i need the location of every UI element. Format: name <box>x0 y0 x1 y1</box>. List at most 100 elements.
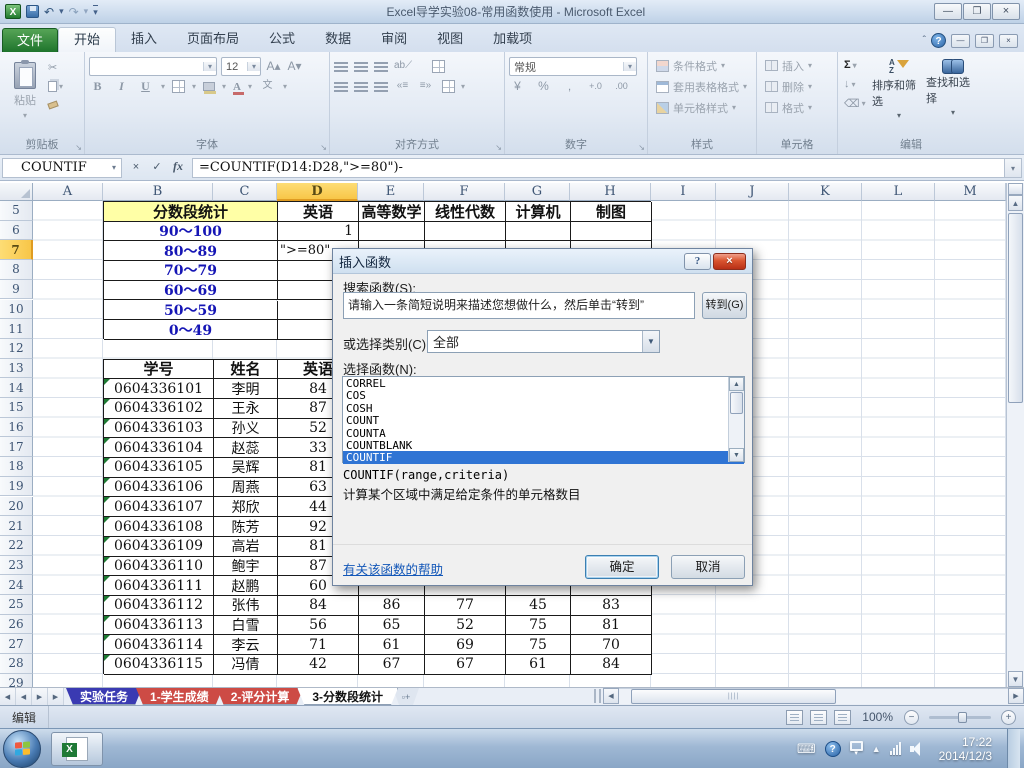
row-header-15[interactable]: 15 <box>0 398 33 418</box>
clipboard-dialog-launcher[interactable]: ↘ <box>75 143 82 152</box>
insert-function-button[interactable]: fx <box>168 159 188 177</box>
collapse-ribbon-icon[interactable]: ˆ <box>923 35 926 46</box>
orientation-icon[interactable]: ab⟋ <box>394 58 412 75</box>
excel-app-icon[interactable]: X <box>5 4 21 19</box>
sort-filter-button[interactable]: AZ 排序和筛选 ▾ <box>872 55 926 121</box>
cell-D26[interactable]: 56 <box>278 615 359 636</box>
list-scroll-thumb[interactable] <box>730 392 743 414</box>
normal-view-icon[interactable] <box>786 709 804 725</box>
cell-range-90～100[interactable]: 90～100 <box>104 221 278 242</box>
cell-F25[interactable]: 77 <box>425 595 506 616</box>
comma-format-icon[interactable]: , <box>561 78 578 95</box>
function-item-COUNTIF[interactable]: COUNTIF <box>343 451 744 464</box>
merge-center-icon[interactable] <box>442 80 455 93</box>
show-desktop-button[interactable] <box>1007 728 1020 768</box>
row-header-27[interactable]: 27 <box>0 634 33 655</box>
increase-decimal-icon[interactable]: +.0 <box>587 78 604 95</box>
column-header-B[interactable]: B <box>103 183 213 201</box>
dialog-help-button[interactable]: ? <box>684 252 711 270</box>
input-method-icon[interactable]: ⌨ <box>797 741 816 757</box>
font-color-dropdown-icon[interactable]: ▾ <box>248 82 252 91</box>
cell-B25[interactable]: 0604336112 <box>104 595 214 616</box>
cell-C25[interactable]: 张伟 <box>214 595 278 616</box>
row-header-18[interactable]: 18 <box>0 457 33 477</box>
tray-window-icon[interactable] <box>849 740 863 751</box>
borders-icon[interactable] <box>172 80 186 93</box>
volume-icon[interactable] <box>909 741 924 756</box>
cell-range-50～59[interactable]: 50～59 <box>104 300 278 321</box>
taskbar-clock[interactable]: 17:22 2014/12/3 <box>939 735 992 763</box>
clear-button[interactable]: ⌫ ▾ <box>844 95 870 111</box>
font-size-combo[interactable]: 12 ▾ <box>221 57 261 76</box>
cell-C19[interactable]: 周燕 <box>214 477 278 498</box>
taskbar-excel-button[interactable]: X <box>51 731 103 766</box>
row-header-29[interactable]: 29 <box>0 673 33 687</box>
percent-format-icon[interactable]: % <box>535 78 552 95</box>
cell-subject-英语[interactable]: 英语 <box>278 202 359 222</box>
split-handle[interactable] <box>1008 183 1023 195</box>
font-color-icon[interactable]: A <box>233 81 244 95</box>
cell-F28[interactable]: 67 <box>425 655 506 675</box>
cell-B20[interactable]: 0604336107 <box>104 497 214 518</box>
ribbon-tab-审阅[interactable]: 审阅 <box>366 27 422 52</box>
cell-G27[interactable]: 75 <box>506 635 571 656</box>
scroll-down-button[interactable]: ▼ <box>1008 671 1023 687</box>
format-painter-button[interactable] <box>47 97 74 113</box>
row-header-14[interactable]: 14 <box>0 378 33 398</box>
wrap-text-icon[interactable] <box>432 60 446 73</box>
minimize-button[interactable]: — <box>934 3 962 20</box>
category-dropdown-icon[interactable]: ▼ <box>642 331 659 352</box>
column-header-E[interactable]: E <box>358 183 424 201</box>
zoom-slider[interactable] <box>929 711 991 723</box>
row-header-12[interactable]: 12 <box>0 338 33 359</box>
column-header-J[interactable]: J <box>716 183 789 201</box>
cell-E26[interactable]: 65 <box>359 615 425 636</box>
row-header-16[interactable]: 16 <box>0 417 33 438</box>
cell-F6[interactable] <box>425 221 506 242</box>
ribbon-tab-加载项[interactable]: 加载项 <box>478 27 547 52</box>
zoom-level[interactable]: 100% <box>862 710 893 724</box>
styles-item-套用表格格式[interactable]: 套用表格格式 ▾ <box>652 76 752 97</box>
number-format-combo[interactable]: 常规 ▾ <box>509 57 637 76</box>
row-header-5[interactable]: 5 <box>0 201 33 221</box>
cell-subject-制图[interactable]: 制图 <box>571 202 652 222</box>
tab-split-handle[interactable] <box>594 689 601 703</box>
sheet-tab-3-分数段统计[interactable]: 3-分数段统计 <box>297 688 398 705</box>
cell-B15[interactable]: 0604336102 <box>104 398 214 419</box>
last-sheet-button[interactable]: ▶ <box>48 688 64 705</box>
find-select-button[interactable]: 查找和选择 ▾ <box>926 55 980 120</box>
column-header-I[interactable]: I <box>651 183 716 201</box>
merge-dropdown-icon[interactable]: ▾ <box>461 82 465 91</box>
cell-B17[interactable]: 0604336104 <box>104 438 214 459</box>
styles-item-条件格式[interactable]: 条件格式 ▾ <box>652 55 752 76</box>
cell-E25[interactable]: 86 <box>359 595 425 616</box>
align-top-icon[interactable] <box>334 61 348 72</box>
undo-dropdown-icon[interactable]: ▾ <box>59 6 64 17</box>
align-bottom-icon[interactable] <box>374 61 388 72</box>
row-header-8[interactable]: 8 <box>0 260 33 280</box>
shrink-font-button[interactable]: A▾ <box>286 58 303 75</box>
bold-button[interactable]: B <box>89 78 106 95</box>
horizontal-scroll-thumb[interactable]: |||| <box>631 689 836 704</box>
number-dialog-launcher[interactable]: ↘ <box>638 143 645 152</box>
font-dialog-launcher[interactable]: ↘ <box>320 143 327 152</box>
row-header-24[interactable]: 24 <box>0 575 33 595</box>
cell-student-header-姓名[interactable]: 姓名 <box>214 359 278 380</box>
cell-B21[interactable]: 0604336108 <box>104 517 214 537</box>
column-header-K[interactable]: K <box>789 183 862 201</box>
function-item-COUNTBLANK[interactable]: COUNTBLANK <box>343 439 744 452</box>
row-header-10[interactable]: 10 <box>0 299 33 320</box>
horizontal-scrollbar[interactable]: ◀ |||| ▶ <box>594 687 1024 705</box>
vertical-scroll-thumb[interactable] <box>1008 213 1023 403</box>
column-header-G[interactable]: G <box>505 183 570 201</box>
cell-H6[interactable] <box>571 221 652 242</box>
column-header-M[interactable]: M <box>935 183 1006 201</box>
function-item-CORREL[interactable]: CORREL <box>343 377 744 390</box>
align-middle-icon[interactable] <box>354 61 368 72</box>
copy-button[interactable]: ▾ <box>48 78 74 94</box>
cells-item-格式[interactable]: 格式 ▾ <box>761 97 833 118</box>
cell-C15[interactable]: 王永 <box>214 398 278 419</box>
cell-D27[interactable]: 71 <box>278 635 359 656</box>
cell-H26[interactable]: 81 <box>571 615 652 636</box>
align-center-icon[interactable] <box>354 81 368 92</box>
